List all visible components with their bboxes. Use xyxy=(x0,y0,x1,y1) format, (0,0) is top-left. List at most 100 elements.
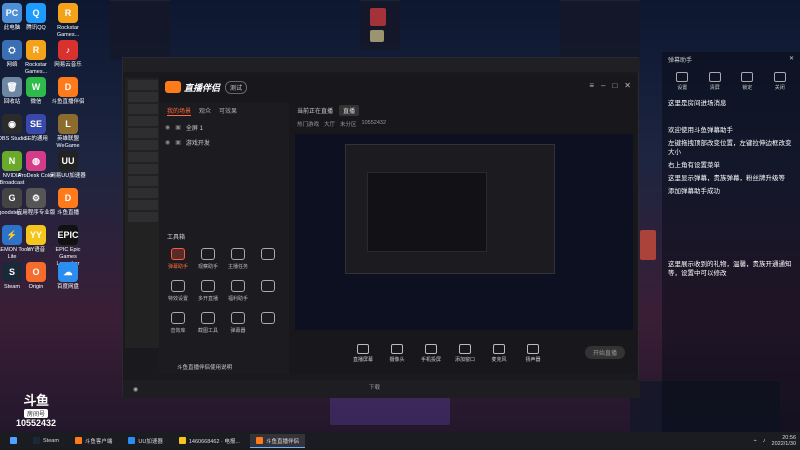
clock-date: 2022/1/30 xyxy=(771,441,796,447)
screen-capture-button[interactable]: 直播屏幕 xyxy=(351,343,375,363)
scene-panel: 我的场景 观众 可效果 ◉ ▣ 全屏 1 ◉ ▣ 游戏开发 工具箱 弹幕助手 观察… xyxy=(159,102,289,374)
app-footer: ◉ 下载 xyxy=(123,380,640,398)
close-icon[interactable]: ✕ xyxy=(789,55,794,63)
tool-button[interactable]: 特效设置 xyxy=(163,280,193,302)
streaming-app-window[interactable]: 直播伴侣 测试 ≡ – □ ✕ 我的场景 观众 可效果 ◉ ▣ 全屏 1 ◉ ▣… xyxy=(122,57,640,398)
lock-icon[interactable]: ▣ xyxy=(175,124,181,131)
camera-button[interactable]: 摄像头 xyxy=(385,343,409,363)
qq-icon: Q xyxy=(26,3,46,23)
danmaku-panel-header[interactable]: 弹幕助手 ✕ xyxy=(662,52,800,66)
danmaku-settings-button[interactable]: 设置 xyxy=(670,72,694,91)
danmaku-lock-button[interactable]: 锁定 xyxy=(735,72,759,91)
tool-button[interactable]: 音效库 xyxy=(163,312,193,334)
danmaku-assistant-panel[interactable]: 弹幕助手 ✕ 设置 清屏 锁定 关闭 这里是房间进场消息 欢迎使用斗鱼弹幕助手 … xyxy=(662,52,800,432)
close-icon[interactable]: ✕ xyxy=(624,81,631,90)
desktop-shortcut[interactable]: R Rockstar Games... xyxy=(48,3,88,39)
desktop-shortcut[interactable]: ☁ 百度网盘 xyxy=(48,262,88,291)
tool-icon xyxy=(231,280,245,292)
eye-icon[interactable]: ◉ xyxy=(165,139,170,146)
taskbar-item-label: Steam xyxy=(43,437,59,444)
live-badge[interactable]: 直播 xyxy=(339,105,360,116)
system-tray: ⌁ ♪ 20:56 2022/1/30 xyxy=(753,432,796,450)
speaker-button[interactable]: 扬声器 xyxy=(521,343,545,363)
taskbar-item-label: 1460668462 · 电报... xyxy=(188,438,240,445)
tool-icon xyxy=(261,280,275,292)
app-icon: ⚙ xyxy=(26,188,46,208)
tool-button[interactable] xyxy=(253,312,283,334)
desktop-icon-area: PC 此电脑 Q 腾讯QQ R Rockstar Games... ⛭ 网络 R Rockstar… xyxy=(0,0,100,430)
speaker-icon xyxy=(527,343,539,354)
tool-button[interactable]: 多开直播 xyxy=(193,280,223,302)
network-icon[interactable]: ⌁ xyxy=(753,438,756,444)
tool-icon xyxy=(171,280,185,292)
taskbar-item[interactable]: UU加速器 xyxy=(122,434,168,448)
desktop-shortcut[interactable]: UU 网易UU加速器 xyxy=(48,151,88,180)
desktop-shortcut[interactable]: ♪ 网易云音乐 xyxy=(48,40,88,69)
tab-effects[interactable]: 可效果 xyxy=(219,106,237,116)
window-icon xyxy=(459,343,471,354)
tab-audience[interactable]: 观众 xyxy=(199,106,211,116)
chat-message: 这里是房间进场消息 xyxy=(668,100,727,107)
app-icon xyxy=(255,437,263,444)
usage-notice-link[interactable]: 斗鱼直播伴侣使用说明 xyxy=(177,363,232,371)
live-status-text: 当前正在直播 xyxy=(297,109,334,115)
rockstar-icon: R xyxy=(26,40,46,60)
tool-button[interactable]: 主播任务 xyxy=(223,248,253,270)
live-partner-header[interactable]: 直播伴侣 测试 ≡ – □ ✕ xyxy=(159,76,637,98)
tool-button[interactable]: 弹幕器 xyxy=(223,312,253,334)
taskbar-item[interactable]: 1460668462 · 电报... xyxy=(173,434,246,448)
start-live-button[interactable]: 开始直播 xyxy=(584,346,625,359)
tool-button[interactable]: 截图工具 xyxy=(193,312,223,334)
desktop-shortcut-label: 网易云音乐 xyxy=(54,62,82,68)
scene-item[interactable]: ◉ ▣ 游戏开发 xyxy=(159,135,289,150)
microphone-button[interactable]: 麦克风 xyxy=(487,343,511,363)
category-item[interactable]: 大厅 xyxy=(324,120,335,128)
menu-icon[interactable]: ≡ xyxy=(589,81,594,90)
minimize-icon[interactable]: – xyxy=(601,81,605,90)
lol-icon: L xyxy=(58,114,78,134)
danmaku-panel-title: 弹幕助手 xyxy=(668,58,693,64)
version-badge[interactable]: 测试 xyxy=(225,80,248,94)
volume-icon[interactable]: ♪ xyxy=(763,438,766,444)
background-building xyxy=(560,0,640,60)
footer-download-label[interactable]: 下载 xyxy=(369,383,380,391)
live-status-bar: 当前正在直播 直播 xyxy=(291,102,637,119)
background-sign xyxy=(640,230,656,260)
category-item[interactable]: 未分区 xyxy=(340,120,357,128)
taskbar-item[interactable]: Steam xyxy=(27,434,65,448)
scene-item[interactable]: ◉ ▣ 全屏 1 xyxy=(159,120,289,135)
danmaku-clear-button[interactable]: 清屏 xyxy=(703,72,727,91)
live-partner-window[interactable]: 直播伴侣 测试 ≡ – □ ✕ 我的场景 观众 可效果 ◉ ▣ 全屏 1 ◉ ▣… xyxy=(159,76,637,374)
tool-button[interactable]: 福利助手 xyxy=(223,280,253,302)
tool-label: 弹幕助手 xyxy=(167,264,188,270)
taskbar-item-label: UU加速器 xyxy=(138,438,163,445)
tool-button[interactable] xyxy=(253,280,283,302)
tool-label: 弹幕器 xyxy=(230,328,246,334)
danmaku-close-button[interactable]: 关闭 xyxy=(768,72,792,91)
app-titlebar[interactable] xyxy=(123,58,640,72)
app-title: 直播伴侣 xyxy=(184,82,221,93)
tool-button[interactable]: 弹幕助手 xyxy=(163,248,193,270)
maximize-icon[interactable]: □ xyxy=(612,81,617,90)
tool-button[interactable] xyxy=(253,248,283,270)
phone-cast-button[interactable]: 手机投屏 xyxy=(419,343,443,363)
eye-icon[interactable]: ◉ xyxy=(165,124,170,131)
taskbar-item[interactable]: 斗鱼直播伴侣 xyxy=(249,434,305,448)
tool-icon xyxy=(201,280,215,292)
chat-message: 左键拖拽顶部改变位置，左键拉伸边框改变大小 xyxy=(668,140,792,156)
app-logo: 直播伴侣 xyxy=(165,81,220,94)
tool-label: 福利助手 xyxy=(227,296,248,302)
add-window-button[interactable]: 添加窗口 xyxy=(453,343,477,363)
stream-preview[interactable] xyxy=(295,134,633,330)
footer-icon[interactable]: ◉ xyxy=(133,386,138,393)
desktop-shortcut[interactable]: L 英雄联盟WeGame xyxy=(48,114,88,150)
tab-my-scenes[interactable]: 我的场景 xyxy=(167,106,192,116)
clock[interactable]: 20:56 2022/1/30 xyxy=(772,435,796,447)
tool-button[interactable]: 观察助手 xyxy=(193,248,223,270)
category-item[interactable]: 热门游戏 xyxy=(297,120,319,128)
lock-icon[interactable]: ▣ xyxy=(175,139,181,146)
taskbar-item[interactable]: 斗鱼客户端 xyxy=(69,434,119,448)
desktop-shortcut[interactable]: D 斗鱼直播 xyxy=(48,188,88,217)
desktop-shortcut[interactable]: D 斗鱼直播伴侣 xyxy=(48,77,88,106)
start-button[interactable] xyxy=(4,434,23,448)
